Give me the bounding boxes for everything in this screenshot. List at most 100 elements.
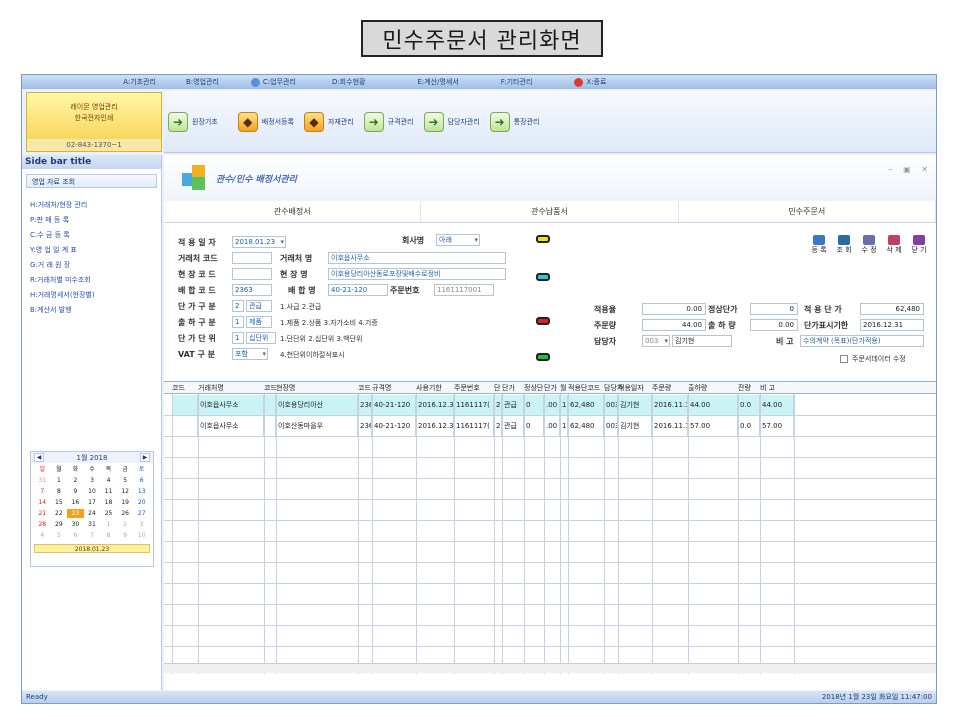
company-select[interactable]: 아래: [436, 234, 480, 246]
tab-gov-delivery[interactable]: 관수납품서: [421, 201, 679, 222]
sidebar-item-statement[interactable]: H:거래명세서(현장별): [30, 288, 161, 303]
grid-header-cell[interactable]: 단가: [502, 383, 515, 393]
table-row[interactable]: [164, 626, 936, 647]
calendar-day[interactable]: 9: [67, 487, 84, 496]
table-row[interactable]: [164, 605, 936, 626]
calendar-day[interactable]: 5: [117, 476, 134, 485]
tool-spec[interactable]: ➜ 규격관리: [363, 111, 414, 132]
calendar-day[interactable]: 22: [51, 509, 68, 518]
grid-header-cell[interactable]: 출하량: [688, 383, 707, 393]
table-row[interactable]: [164, 479, 936, 500]
table-row[interactable]: [164, 500, 936, 521]
grid-header-cell[interactable]: 비 고: [760, 383, 775, 393]
table-row[interactable]: 이호읍사무소 이호용당리아산23640-21-1202016.12.3116111…: [164, 395, 936, 416]
price-type-input[interactable]: 관급: [246, 300, 272, 312]
grid-header-cell[interactable]: 단: [494, 383, 500, 393]
calendar-day[interactable]: 24: [84, 509, 101, 518]
vat-select[interactable]: 포함: [232, 348, 268, 360]
prev-month-icon[interactable]: ◀: [34, 453, 44, 462]
calendar-day[interactable]: 29: [51, 520, 68, 529]
note-input[interactable]: 수의계약 (목표)(단가적용): [800, 335, 924, 347]
menu-exit[interactable]: X:종료: [568, 75, 612, 89]
normal-price-input[interactable]: 0: [750, 303, 798, 315]
calendar-day[interactable]: 4: [34, 531, 51, 540]
close-button[interactable]: 닫 기: [908, 235, 930, 255]
delete-button[interactable]: 삭 제: [883, 235, 905, 255]
calendar-day[interactable]: 21: [34, 509, 51, 518]
grid-header-cell[interactable]: 규격명: [372, 383, 391, 393]
calendar-day[interactable]: 8: [51, 487, 68, 496]
tool-bank[interactable]: ➜ 통장관리: [489, 111, 539, 132]
calendar-day[interactable]: 5: [51, 531, 68, 540]
calendar-day[interactable]: 28: [34, 520, 51, 529]
tab-private-order[interactable]: 민수주문서: [678, 201, 936, 222]
calendar-day[interactable]: 3: [84, 476, 101, 485]
client-name-input[interactable]: 이호읍사무소: [328, 252, 506, 264]
calendar-day[interactable]: 19: [117, 498, 134, 507]
tab-gov-assign[interactable]: 관수배정서: [164, 201, 422, 222]
calendar-day[interactable]: 12: [117, 487, 134, 496]
sidebar-item-client[interactable]: H:거래처/현장 관리: [30, 198, 161, 213]
calendar-day[interactable]: 23: [67, 509, 84, 518]
calendar-day[interactable]: 9: [117, 531, 134, 540]
calendar-day[interactable]: 1: [51, 476, 68, 485]
calendar-day[interactable]: 8: [100, 531, 117, 540]
grid-header-cell[interactable]: 코드: [358, 383, 371, 393]
menu-basic[interactable]: A:기초관리: [22, 75, 162, 89]
ship-qty-input[interactable]: 0.00: [750, 319, 798, 331]
assign-code-input[interactable]: 2363: [232, 284, 272, 296]
calendar-today[interactable]: 2018.01.23: [34, 544, 150, 553]
grid-header-cell[interactable]: 주문량: [652, 383, 671, 393]
edit-checkbox[interactable]: [840, 355, 848, 363]
calendar-day[interactable]: 1: [100, 520, 117, 529]
calendar-day[interactable]: 25: [100, 509, 117, 518]
grid-header-cell[interactable]: 사용기한: [416, 383, 442, 393]
calendar-day[interactable]: 27: [133, 509, 150, 518]
calendar-day[interactable]: 18: [100, 498, 117, 507]
calendar-day[interactable]: 10: [133, 531, 150, 540]
tool-material[interactable]: ◆ 자재관리: [303, 111, 354, 132]
sidebar-item-daily[interactable]: Y:영 업 일 계 표: [30, 243, 161, 258]
table-row[interactable]: [164, 437, 936, 458]
search-button[interactable]: 조 회: [833, 235, 855, 255]
apply-date-input[interactable]: 2018.01.23: [232, 236, 286, 248]
edit-button[interactable]: 수 정: [858, 235, 880, 255]
grid-header-cell[interactable]: 주문번호: [454, 383, 480, 393]
sidebar-item-collect[interactable]: C:수 금 등 록: [30, 228, 161, 243]
unit-code[interactable]: 1: [232, 332, 244, 344]
price-date-input[interactable]: 2016.12.31: [860, 319, 924, 331]
calendar-day[interactable]: 30: [67, 520, 84, 529]
client-code-input[interactable]: [232, 252, 272, 264]
grid-header-cell[interactable]: 잔량: [738, 383, 751, 393]
register-button[interactable]: 등 록: [808, 235, 830, 255]
unit-input[interactable]: 십단위: [246, 332, 276, 344]
calendar-day[interactable]: 14: [34, 498, 51, 507]
tool-assign-register[interactable]: ◆ 배정서등록: [237, 111, 294, 132]
calendar-day[interactable]: 6: [67, 531, 84, 540]
site-code-input[interactable]: [232, 268, 272, 280]
window-controls[interactable]: – ▣ ✕: [889, 165, 932, 174]
calendar-day[interactable]: 6: [133, 476, 150, 485]
table-row[interactable]: 이호읍사무소 이호산동마을우23640-21-1202016.12.3116111…: [164, 416, 936, 437]
table-row[interactable]: [164, 521, 936, 542]
tool-ledger-base[interactable]: ➜ 원장기초: [168, 111, 218, 132]
menu-etc[interactable]: F:기타관리: [495, 75, 539, 89]
price-type-code[interactable]: 2: [232, 300, 244, 312]
horizontal-scrollbar[interactable]: [164, 663, 936, 673]
assign-name-input[interactable]: 40-21-120: [328, 284, 388, 296]
calendar-day[interactable]: 3: [133, 520, 150, 529]
calendar-day[interactable]: 16: [67, 498, 84, 507]
sidebar-item-invoice[interactable]: B:계산서 발행: [30, 303, 161, 318]
manager-code-select[interactable]: 003: [642, 335, 670, 347]
calendar-day[interactable]: 13: [133, 487, 150, 496]
apply-qty-input[interactable]: 0.00: [642, 303, 706, 315]
sidebar-item-receivable[interactable]: R:거래처별 미수조회: [30, 273, 161, 288]
calendar-day[interactable]: 31: [34, 476, 51, 485]
table-row[interactable]: [164, 542, 936, 563]
table-row[interactable]: [164, 458, 936, 479]
calendar-day[interactable]: 15: [51, 498, 68, 507]
calendar-day[interactable]: 7: [34, 487, 51, 496]
order-no-input[interactable]: 1161117001: [434, 284, 494, 296]
sidebar-item-ledger[interactable]: G:거 래 원 장: [30, 258, 161, 273]
manager-input[interactable]: 김기현: [672, 335, 732, 347]
